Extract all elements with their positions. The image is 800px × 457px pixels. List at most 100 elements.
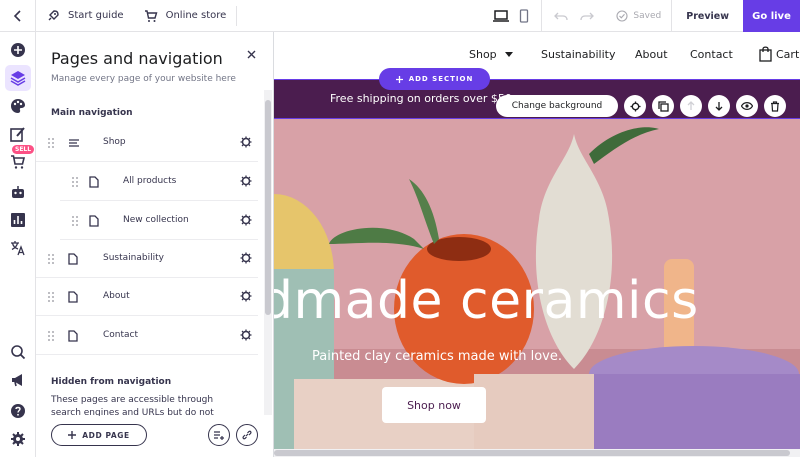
top-bar: Start guide Online store Saved Preview G…	[0, 0, 800, 32]
page-icon	[68, 330, 78, 342]
cart-icon	[144, 9, 158, 22]
online-store-label: Online store	[165, 10, 227, 21]
site-nav-cart[interactable]: Cart	[776, 48, 799, 61]
page-icon	[89, 215, 99, 227]
add-external-link-button[interactable]	[236, 424, 258, 446]
redo-icon[interactable]	[580, 11, 595, 21]
nav-item-shop[interactable]: Shop	[36, 124, 258, 162]
online-store-button[interactable]: Online store	[134, 0, 237, 32]
move-down-button[interactable]	[708, 95, 730, 117]
translate-button[interactable]	[5, 235, 31, 261]
chart-icon	[11, 213, 25, 227]
site-header[interactable]: Shop Sustainability About Contact Cart	[274, 32, 800, 79]
undo-redo	[541, 0, 606, 32]
device-switcher	[481, 0, 541, 32]
drag-handle-icon[interactable]	[47, 330, 55, 342]
site-nav-about[interactable]: About	[635, 48, 668, 61]
pages-button[interactable]	[5, 65, 31, 91]
delete-section-button[interactable]	[764, 95, 786, 117]
analytics-button[interactable]	[5, 207, 31, 233]
scrollbar-thumb[interactable]	[274, 450, 790, 456]
start-guide-label: Start guide	[68, 10, 124, 21]
gear-icon[interactable]	[240, 136, 252, 148]
translate-icon	[11, 241, 25, 256]
move-up-button[interactable]	[680, 95, 702, 117]
settings-button[interactable]	[5, 426, 31, 452]
desktop-icon[interactable]	[493, 9, 510, 23]
start-guide-button[interactable]: Start guide	[36, 0, 134, 32]
add-page-button[interactable]: ADD PAGE	[51, 424, 147, 446]
gear-icon[interactable]	[240, 175, 252, 187]
back-button[interactable]	[0, 0, 36, 32]
preview-button[interactable]: Preview	[671, 0, 743, 32]
add-section-button[interactable]: ADD SECTION	[379, 68, 490, 90]
go-live-button[interactable]: Go live	[743, 0, 800, 32]
drag-handle-icon[interactable]	[47, 137, 55, 149]
gear-icon	[629, 100, 641, 112]
hide-section-button[interactable]	[736, 95, 758, 117]
site-nav-contact[interactable]: Contact	[690, 48, 733, 61]
close-icon[interactable]	[247, 47, 256, 63]
plus-icon	[395, 75, 403, 83]
caret-down-icon	[505, 52, 513, 57]
mobile-icon[interactable]	[519, 9, 529, 23]
canvas-horizontal-scrollbar[interactable]	[274, 449, 800, 457]
pages-panel: Pages and navigation Manage every page o…	[36, 32, 274, 457]
page-icon	[68, 253, 78, 265]
hero-title[interactable]: dmade ceramics	[274, 271, 699, 331]
nav-item-new-collection[interactable]: New collection	[60, 202, 258, 240]
gear-icon	[11, 432, 25, 446]
undo-icon[interactable]	[554, 11, 569, 21]
hidden-nav-description: These pages are accessible through searc…	[51, 395, 214, 416]
nav-item-sustainability[interactable]: Sustainability	[36, 240, 258, 278]
panel-title: Pages and navigation	[51, 49, 223, 68]
scrollbar-thumb[interactable]	[265, 100, 271, 315]
topbar-right: Saved Preview Go live	[481, 0, 800, 32]
site-nav-sustainability[interactable]: Sustainability	[541, 48, 615, 61]
page-icon	[89, 176, 99, 188]
drag-handle-icon[interactable]	[47, 291, 55, 303]
gear-icon[interactable]	[240, 214, 252, 226]
drag-handle-icon[interactable]	[47, 253, 55, 265]
panel-scrollbar[interactable]	[264, 90, 272, 415]
styles-button[interactable]	[5, 93, 31, 119]
nav-item-all-products[interactable]: All products	[60, 163, 258, 201]
drag-handle-icon[interactable]	[71, 176, 79, 188]
panel-subtitle: Manage every page of your website here	[51, 74, 236, 84]
help-button[interactable]	[5, 398, 31, 424]
check-circle-icon	[616, 10, 628, 22]
section-settings-button[interactable]	[624, 95, 646, 117]
duplicate-section-button[interactable]	[652, 95, 674, 117]
chevron-left-icon	[13, 9, 21, 22]
site-nav-shop[interactable]: Shop	[469, 48, 497, 61]
hero-section[interactable]: dmade ceramics Painted clay ceramics mad…	[274, 119, 800, 449]
nav-item-label: Sustainability	[103, 253, 164, 263]
nav-item-label: About	[103, 291, 130, 301]
plus-icon	[68, 431, 77, 439]
add-page-label: ADD PAGE	[82, 430, 130, 440]
marketing-button[interactable]	[5, 367, 31, 393]
saved-status: Saved	[606, 10, 671, 22]
nav-item-label: Contact	[103, 330, 139, 340]
gear-icon[interactable]	[240, 329, 252, 341]
search-button[interactable]	[5, 339, 31, 365]
add-element-button[interactable]	[5, 37, 31, 63]
hero-subtitle[interactable]: Painted clay ceramics made with love.	[312, 349, 562, 364]
blog-button[interactable]	[5, 121, 31, 147]
add-link-button[interactable]	[208, 424, 230, 446]
drag-handle-icon[interactable]	[71, 215, 79, 227]
gear-icon[interactable]	[240, 252, 252, 264]
ai-assistant-button[interactable]	[5, 179, 31, 205]
cart-icon	[11, 155, 26, 169]
shop-now-button[interactable]: Shop now	[382, 387, 486, 423]
nav-item-about[interactable]: About	[36, 278, 258, 316]
nav-item-contact[interactable]: Contact	[36, 317, 258, 355]
arrow-up-icon	[687, 101, 695, 110]
rocket-icon	[48, 9, 59, 20]
trash-icon	[771, 100, 779, 112]
hidden-nav-title: Hidden from navigation	[51, 377, 172, 387]
shopping-bag-icon	[759, 46, 772, 62]
link-icon	[242, 430, 252, 440]
gear-icon[interactable]	[240, 290, 252, 302]
change-background-button[interactable]: Change background	[496, 95, 618, 117]
